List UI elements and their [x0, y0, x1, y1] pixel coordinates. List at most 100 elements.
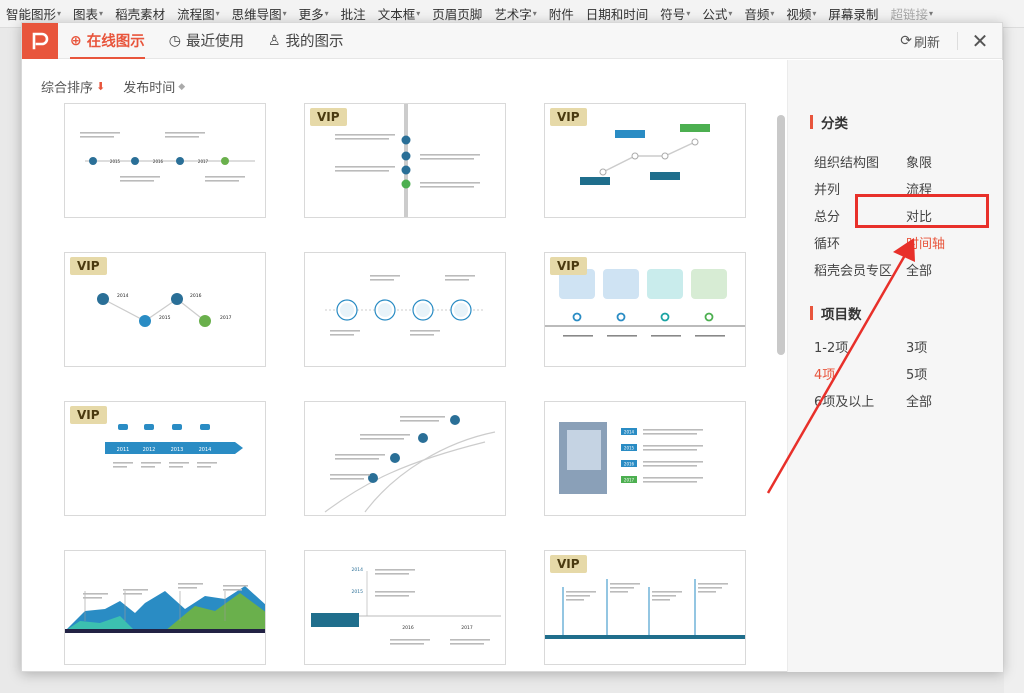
template-grid: 2015 2016 2017 VIP VIP 2014 2016 2015 2017 VIP VIP… — [22, 101, 787, 673]
globe-icon: ⊕ — [70, 32, 82, 49]
category-option[interactable]: 循环 — [814, 233, 840, 252]
chevron-down-icon: ▾ — [57, 9, 62, 18]
tab-label: 在线图示 — [86, 34, 145, 50]
template-card[interactable] — [64, 550, 266, 665]
svg-text:2013: 2013 — [171, 447, 184, 453]
template-card[interactable]: VIP — [544, 103, 746, 218]
template-card[interactable]: 2011 2012 2013 2014 VIP — [64, 401, 266, 516]
sort-updown-icon: ◆ — [178, 81, 186, 92]
template-thumbnail — [325, 275, 485, 336]
chevron-down-icon: ▾ — [928, 9, 933, 18]
svg-text:2015: 2015 — [624, 446, 635, 451]
refresh-label: 刷新 — [913, 35, 940, 51]
category-title: 分类 — [810, 112, 848, 132]
svg-text:2016: 2016 — [153, 159, 164, 164]
template-card[interactable] — [304, 252, 506, 367]
sort-bar: 综合排序 ⬇ 发布时间 ◆ — [41, 77, 203, 96]
category-option[interactable]: 组织结构图 — [814, 152, 879, 171]
template-card[interactable]: 2014 2016 2015 2017 VIP — [64, 252, 266, 367]
tab-label: 我的图示 — [285, 34, 344, 50]
svg-text:2017: 2017 — [624, 478, 635, 483]
sort-down-icon: ⬇ — [96, 80, 106, 93]
vip-badge: VIP — [550, 555, 587, 573]
vip-badge: VIP — [70, 257, 107, 275]
tab-online-diagrams[interactable]: ⊕ 在线图示 — [58, 23, 157, 59]
filter-sidebar: 分类 项目数 组织结构图 象限 并列 流程 总分 对比 循环 时间轴 稻壳会员专区 全部 1-2项 3… — [787, 60, 1003, 672]
template-card[interactable]: VIP — [544, 550, 746, 665]
svg-text:2016: 2016 — [402, 625, 414, 631]
svg-text:2017: 2017 — [461, 625, 473, 631]
chevron-down-icon: ▾ — [324, 9, 329, 18]
chevron-down-icon: ▾ — [770, 9, 775, 18]
app-logo — [22, 22, 58, 59]
count-option[interactable]: 全部 — [906, 391, 932, 410]
diagram-dialog: ⊕ 在线图示 ◷ 最近使用 ♙ 我的图示 ⟳ 刷新 ✕ 综合排序 ⬇ 发布时间 … — [21, 22, 1003, 672]
category-option[interactable]: 时间轴 — [906, 233, 945, 252]
template-thumbnail: 2014 2015 2016 2017 — [559, 422, 703, 494]
template-card[interactable] — [304, 401, 506, 516]
close-button[interactable]: ✕ — [966, 23, 994, 59]
category-option[interactable]: 全部 — [906, 260, 932, 279]
vip-badge: VIP — [550, 257, 587, 275]
count-option[interactable]: 1-2项 — [814, 337, 848, 356]
count-option[interactable]: 4项 — [814, 364, 835, 383]
template-card[interactable]: 2014 2015 2016 2017 — [544, 401, 746, 516]
template-thumbnail: 2014 2015 2016 2017 — [311, 567, 501, 645]
category-option[interactable]: 总分 — [814, 206, 840, 225]
svg-text:2015: 2015 — [352, 589, 364, 595]
svg-text:2015: 2015 — [110, 159, 121, 164]
svg-text:2014: 2014 — [117, 293, 129, 299]
count-option[interactable]: 6项及以上 — [814, 391, 874, 410]
template-thumbnail: 2015 2016 2017 — [80, 132, 255, 182]
svg-text:2012: 2012 — [143, 447, 156, 453]
svg-text:2014: 2014 — [624, 430, 635, 435]
header-divider — [957, 32, 958, 50]
count-option[interactable]: 5项 — [906, 364, 927, 383]
category-option[interactable]: 并列 — [814, 179, 840, 198]
clock-icon: ◷ — [168, 32, 181, 49]
user-icon: ♙ — [267, 32, 281, 49]
tab-my-diagrams[interactable]: ♙ 我的图示 — [256, 23, 356, 59]
chevron-down-icon: ▾ — [215, 9, 220, 18]
vip-badge: VIP — [310, 108, 347, 126]
svg-text:2017: 2017 — [220, 315, 232, 321]
svg-text:2016: 2016 — [624, 462, 635, 467]
svg-text:2017: 2017 — [198, 159, 209, 164]
scrollbar-thumb[interactable] — [777, 115, 785, 355]
dialog-header: ⊕ 在线图示 ◷ 最近使用 ♙ 我的图示 ⟳ 刷新 ✕ — [22, 22, 1002, 59]
chevron-down-icon: ▾ — [812, 9, 817, 18]
document-background — [1004, 28, 1024, 693]
template-card[interactable]: VIP — [544, 252, 746, 367]
sort-publish-time[interactable]: 发布时间 ◆ — [123, 77, 185, 96]
logo-mark-icon — [32, 32, 49, 49]
refresh-button[interactable]: ⟳ 刷新 — [900, 23, 940, 59]
chevron-down-icon: ▾ — [532, 9, 537, 18]
svg-text:2015: 2015 — [159, 315, 171, 321]
svg-text:2011: 2011 — [117, 447, 130, 453]
chevron-down-icon: ▾ — [686, 9, 691, 18]
svg-text:2014: 2014 — [199, 447, 212, 453]
tab-recent[interactable]: ◷ 最近使用 — [157, 23, 256, 59]
svg-text:2014: 2014 — [352, 567, 364, 573]
svg-text:2016: 2016 — [190, 293, 202, 299]
annotation-highlight-box — [855, 194, 989, 228]
refresh-icon: ⟳ — [900, 33, 912, 49]
count-option[interactable]: 3项 — [906, 337, 927, 356]
category-option[interactable]: 象限 — [906, 152, 932, 171]
template-card[interactable]: VIP — [304, 103, 506, 218]
template-thumbnail — [65, 583, 265, 633]
template-thumbnail — [324, 415, 496, 513]
vip-badge: VIP — [70, 406, 107, 424]
count-title: 项目数 — [810, 303, 862, 323]
sort-comprehensive[interactable]: 综合排序 ⬇ — [41, 77, 105, 96]
chevron-down-icon: ▾ — [728, 9, 733, 18]
tab-label: 最近使用 — [185, 34, 244, 50]
chevron-down-icon: ▾ — [282, 9, 287, 18]
chevron-down-icon: ▾ — [416, 9, 421, 18]
vip-badge: VIP — [550, 108, 587, 126]
template-card[interactable]: 2014 2015 2016 2017 — [304, 550, 506, 665]
chevron-down-icon: ▾ — [99, 9, 104, 18]
category-option[interactable]: 稻壳会员专区 — [814, 260, 892, 279]
sort-label: 发布时间 — [123, 81, 176, 96]
template-card[interactable]: 2015 2016 2017 — [64, 103, 266, 218]
